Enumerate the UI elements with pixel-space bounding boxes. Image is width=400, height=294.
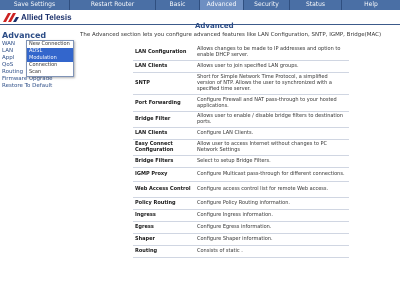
features-table: LAN Configuration Allows changes to be ma… <box>133 44 349 258</box>
dropdown-item-new-connection[interactable]: New Connection <box>27 41 73 48</box>
table-row: Egress Configure Egress information. <box>133 221 349 234</box>
feature-name[interactable]: Bridge Filter <box>133 111 195 128</box>
table-row: Web Access Control Configure access contr… <box>133 181 349 198</box>
feature-description: Configure Policy Routing information. <box>195 197 349 210</box>
feature-description: Allows user to enable / disable bridge f… <box>195 111 349 128</box>
feature-name[interactable]: Web Access Control <box>133 181 195 198</box>
company-logo: Allied Telesis <box>3 12 72 23</box>
nav-advanced[interactable]: Advanced <box>200 0 244 10</box>
feature-description: Configure Ingress information. <box>195 209 349 222</box>
table-row: LAN Clients Configure LAN Clients. <box>133 127 349 140</box>
table-row: Bridge Filter Allows user to enable / dis… <box>133 111 349 128</box>
feature-name[interactable]: IGMP Proxy <box>133 167 195 182</box>
table-row: Port Forwarding Configure Firewall and NA… <box>133 94 349 112</box>
feature-description: Configure access control list for remote… <box>195 181 349 198</box>
table-row: LAN Configuration Allows changes to be ma… <box>133 44 349 61</box>
feature-description: Configure Firewall and NAT pass-through … <box>195 94 349 112</box>
feature-name[interactable]: Shaper <box>133 233 195 246</box>
feature-description: Allow user to access Internet without ch… <box>195 139 349 156</box>
nav-restart-router[interactable]: Restart Router <box>70 0 156 10</box>
top-navigation-bar: Save Settings Restart Router Basic Advan… <box>0 0 400 10</box>
table-row: LAN Clients Allows user to join specified… <box>133 60 349 73</box>
logo-text: Allied Telesis <box>21 13 72 22</box>
feature-description: Configure Multicast pass-through for dif… <box>195 167 349 182</box>
feature-description: Consists of static . <box>195 245 349 258</box>
feature-name[interactable]: Bridge Filters <box>133 155 195 168</box>
wan-dropdown-menu: New Connection ADSL Modulation Connectio… <box>26 40 74 77</box>
nav-security[interactable]: Security <box>244 0 290 10</box>
table-row: Easy Connect Configuration Allow user to … <box>133 139 349 156</box>
sidebar-title: Advanced <box>2 31 47 40</box>
feature-name[interactable]: SNTP <box>133 72 195 95</box>
feature-name[interactable]: LAN Clients <box>133 127 195 140</box>
feature-name[interactable]: Egress <box>133 221 195 234</box>
table-row: Policy Routing Configure Policy Routing i… <box>133 197 349 210</box>
table-row: Ingress Configure Ingress information. <box>133 209 349 222</box>
nav-save-settings[interactable]: Save Settings <box>0 0 70 10</box>
nav-status[interactable]: Status <box>290 0 342 10</box>
feature-description: Configure LAN Clients. <box>195 127 349 140</box>
feature-name[interactable]: Routing <box>133 245 195 258</box>
intro-text: The Advanced section lets you configure … <box>80 32 382 38</box>
feature-description: Configure Egress information. <box>195 221 349 234</box>
nav-basic[interactable]: Basic <box>156 0 200 10</box>
feature-description: Select to setup Bridge Filters. <box>195 155 349 168</box>
feature-name[interactable]: Easy Connect Configuration <box>133 139 195 156</box>
feature-name[interactable]: Ingress <box>133 209 195 222</box>
feature-name[interactable]: Policy Routing <box>133 197 195 210</box>
sidebar-item-firmware-upgrade[interactable]: Firmware Upgrade <box>2 76 72 83</box>
table-row: IGMP Proxy Configure Multicast pass-throu… <box>133 167 349 182</box>
feature-description: Allows user to join specified LAN groups… <box>195 60 349 73</box>
table-row: Routing Consists of static . <box>133 245 349 258</box>
router-advanced-page: Save Settings Restart Router Basic Advan… <box>0 0 400 294</box>
dropdown-item-connection-scan[interactable]: Connection Scan <box>27 62 73 76</box>
table-row: SNTP Short for Simple Network Time Protoc… <box>133 72 349 95</box>
nav-help[interactable]: Help <box>342 0 400 10</box>
logo-mark-icon <box>3 13 19 22</box>
feature-description: Configure Shaper information. <box>195 233 349 246</box>
table-row: Shaper Configure Shaper information. <box>133 233 349 246</box>
feature-description: Allows changes to be made to IP addresse… <box>195 44 349 61</box>
dropdown-item-adsl-modulation[interactable]: ADSL Modulation <box>27 48 73 62</box>
table-row: Bridge Filters Select to setup Bridge Fil… <box>133 155 349 168</box>
feature-name[interactable]: LAN Clients <box>133 60 195 73</box>
feature-name[interactable]: LAN Configuration <box>133 44 195 61</box>
feature-name[interactable]: Port Forwarding <box>133 94 195 112</box>
page-title: Advanced <box>195 22 234 30</box>
feature-description: Short for Simple Network Time Protocol, … <box>195 72 349 95</box>
sidebar-item-restore-default[interactable]: Restore To Default <box>2 83 72 90</box>
